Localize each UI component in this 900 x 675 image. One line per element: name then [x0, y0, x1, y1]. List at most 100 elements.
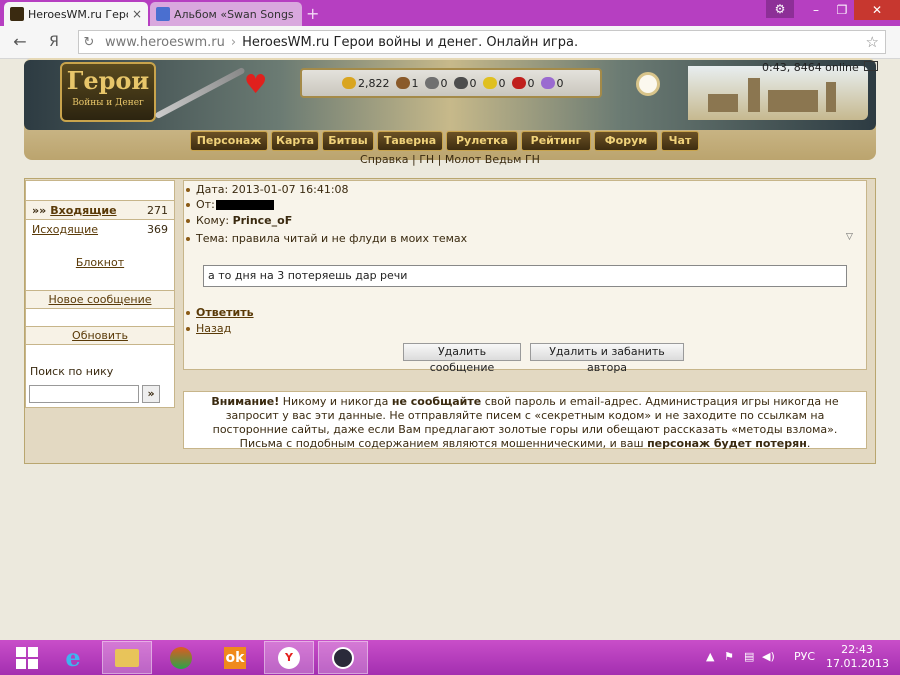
mail-icon[interactable]	[864, 61, 879, 71]
cursor-icon: ▽	[846, 232, 853, 242]
message-body: а то дня на 3 потеряешь дар речи	[203, 265, 847, 287]
online-status: 0:43, 8464 online	[762, 61, 879, 74]
resource-value: 0	[527, 76, 535, 90]
castle-image	[688, 66, 868, 120]
recipient-name[interactable]: Prince_oF	[233, 214, 293, 227]
address-bar[interactable]: ↻ www.heroeswm.ru › HeroesWM.ru Герои во…	[78, 30, 886, 54]
search-nick-input[interactable]	[29, 385, 139, 403]
resource-item: 0	[540, 77, 564, 90]
new-tab-button[interactable]: +	[306, 4, 319, 23]
app-icon[interactable]	[156, 641, 206, 674]
clock[interactable]: 22:43 17.01.2013	[826, 643, 889, 671]
message-to: Кому: Prince_oF	[186, 214, 292, 227]
sidebar-item-inbox[interactable]: »» Входящие 271	[26, 200, 174, 220]
steam-icon[interactable]	[318, 641, 368, 674]
from-label: От:	[196, 198, 215, 211]
search-button[interactable]: »	[142, 385, 160, 403]
tab-album[interactable]: Альбом «Swan Songs	[150, 2, 302, 26]
outbox-count: 369	[147, 223, 168, 236]
outbox-link[interactable]: Исходящие	[32, 223, 147, 237]
logo-subtitle: Войны и Денег	[72, 98, 144, 108]
bullet-icon	[186, 188, 190, 192]
yandex-browser-icon[interactable]: Y	[264, 641, 314, 674]
file-explorer-icon[interactable]	[102, 641, 152, 674]
bullet-icon	[186, 219, 190, 223]
reply-link[interactable]: Ответить	[196, 306, 254, 319]
help-links[interactable]: Справка | ГН | Молот Ведьм ГН	[0, 153, 900, 166]
tab-title: Альбом «Swan Songs	[174, 7, 294, 21]
refresh-link[interactable]: Обновить	[72, 329, 128, 342]
reply-item[interactable]: Ответить	[186, 306, 254, 319]
internet-explorer-icon[interactable]: e	[48, 641, 98, 674]
menu-item[interactable]: Чат	[661, 131, 699, 151]
date-label: Дата:	[196, 183, 229, 196]
minimize-button[interactable]: –	[804, 0, 828, 20]
back-item[interactable]: Назад	[186, 322, 231, 335]
wood-icon	[395, 77, 410, 89]
gear-icon[interactable]: ⚙	[766, 0, 794, 18]
back-link[interactable]: Назад	[196, 322, 231, 335]
tab-title: HeroesWM.ru Герои в	[28, 7, 128, 21]
sidebar-item-outbox[interactable]: Исходящие 369	[26, 220, 174, 240]
restore-button[interactable]: ❐	[830, 0, 854, 20]
bullet-icon	[186, 203, 190, 207]
sidebar-item-new-message[interactable]: Новое сообщение	[26, 290, 174, 309]
game-logo[interactable]: Герои Войны и Денег	[60, 62, 156, 122]
mail-sidebar: »» Входящие 271 Исходящие 369 Блокнот Но…	[25, 180, 175, 408]
main-menu: Персонаж Карта Битвы Таверна Рулетка Рейтинг Ф…	[190, 131, 708, 151]
heart-icon[interactable]: ♥	[244, 70, 267, 100]
menu-item[interactable]: Карта	[271, 131, 319, 151]
crystal-icon	[511, 77, 526, 89]
resource-item: 0	[482, 77, 506, 90]
back-arrow-icon[interactable]: ←	[10, 32, 30, 52]
menu-item[interactable]: Таверна	[377, 131, 443, 151]
resource-item: 1	[395, 76, 419, 90]
volume-icon[interactable]: ◀)	[762, 650, 775, 663]
delete-ban-button[interactable]: Удалить и забанить автора	[530, 343, 684, 374]
bullet-icon	[186, 327, 190, 331]
mercury-icon	[453, 77, 468, 89]
menu-item[interactable]: Персонаж	[190, 131, 268, 151]
message-from: От:	[186, 198, 274, 211]
notepad-link[interactable]: Блокнот	[76, 256, 124, 269]
bookmark-star-icon[interactable]: ☆	[866, 33, 879, 51]
menu-item[interactable]: Рейтинг	[521, 131, 591, 151]
menu-item[interactable]: Рулетка	[446, 131, 518, 151]
tray-expand-icon[interactable]: ▲	[706, 650, 714, 663]
resource-value: 1	[411, 76, 419, 90]
gems-icon	[540, 77, 555, 89]
browser-toolbar: ← Я ↻ www.heroeswm.ru › HeroesWM.ru Геро…	[0, 26, 900, 59]
address-separator: ›	[230, 34, 237, 50]
menu-item[interactable]: Форум	[594, 131, 658, 151]
subject-value: правила читай и не флуди в моих темах	[231, 232, 468, 245]
odnoklassniki-icon[interactable]: ok	[210, 641, 260, 674]
play-favicon-icon	[156, 7, 170, 21]
menu-item[interactable]: Битвы	[322, 131, 374, 151]
ring-icon[interactable]	[636, 72, 660, 96]
resource-item: 0	[453, 77, 477, 90]
inbox-link[interactable]: Входящие	[50, 204, 147, 217]
resource-item: 0	[424, 77, 448, 90]
date-value: 2013-01-07 16:41:08	[231, 183, 349, 196]
tab-heroeswm[interactable]: HeroesWM.ru Герои в ×	[4, 2, 148, 26]
address-host: www.heroeswm.ru	[105, 34, 225, 50]
sidebar-item-notepad[interactable]: Блокнот	[26, 256, 174, 274]
reload-icon[interactable]: ↻	[79, 35, 99, 50]
clock-date: 17.01.2013	[826, 657, 889, 670]
bullet-icon	[186, 237, 190, 241]
warning-title: Внимание!	[211, 395, 280, 408]
close-tab-icon[interactable]: ×	[132, 7, 142, 21]
language-indicator[interactable]: РУС	[794, 650, 815, 663]
online-text: 0:43, 8464 online	[762, 61, 859, 74]
warning-emphasis: персонаж будет потерян	[647, 437, 807, 450]
logo-title: Герои	[66, 66, 150, 95]
flag-icon[interactable]: ⚑	[724, 650, 734, 663]
yandex-button[interactable]: Я	[44, 32, 64, 52]
close-window-button[interactable]: ✕	[854, 0, 900, 20]
windows-start-icon[interactable]	[2, 641, 52, 674]
redacted-sender	[215, 200, 274, 210]
delete-message-button[interactable]: Удалить сообщение	[403, 343, 521, 374]
new-message-link[interactable]: Новое сообщение	[48, 293, 151, 306]
network-icon[interactable]: ▤	[744, 650, 754, 663]
sidebar-item-refresh[interactable]: Обновить	[26, 326, 174, 345]
